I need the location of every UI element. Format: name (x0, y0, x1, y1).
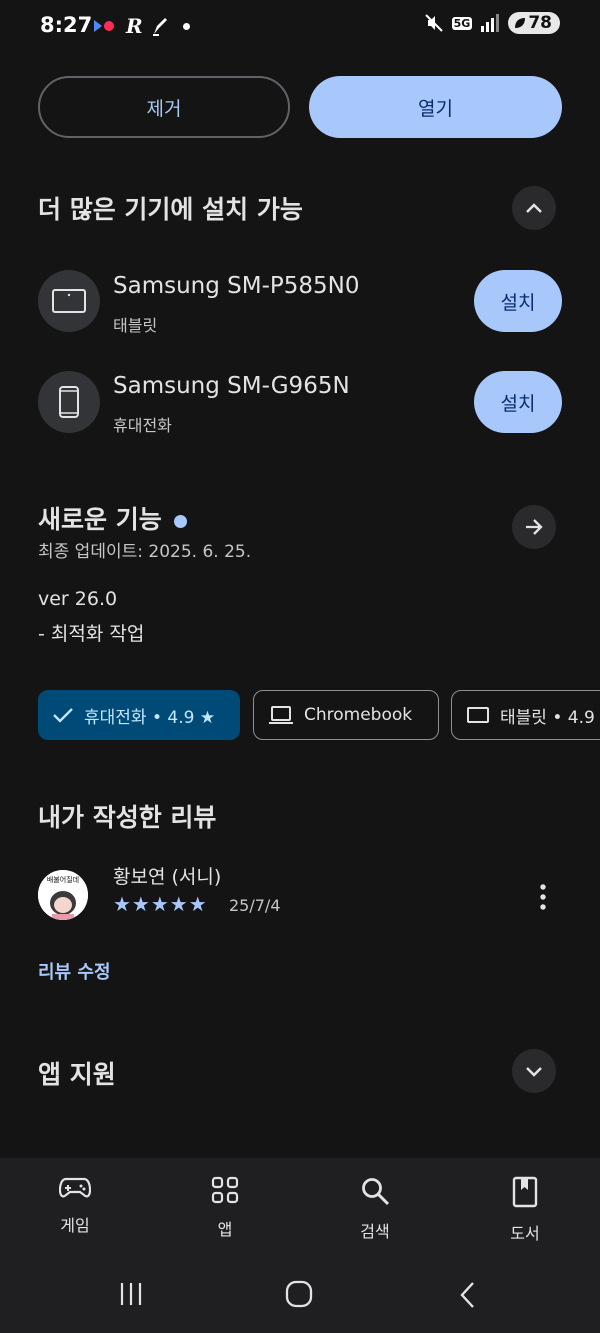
nav-label: 도서 (510, 1224, 540, 1243)
expand-app-support-button[interactable] (512, 1049, 556, 1093)
app-support-title: 앱 지원 (38, 1060, 116, 1089)
nav-books[interactable]: 도서 (475, 1176, 575, 1244)
notification-pen-icon (152, 18, 167, 36)
search-icon (362, 1178, 390, 1206)
remove-button[interactable]: 제거 (38, 76, 290, 138)
device-name: Samsung SM-P585N0 (113, 273, 360, 299)
mute-icon (424, 14, 443, 32)
notification-dot-icon (182, 22, 190, 30)
signal-icon (481, 14, 500, 32)
nav-search[interactable]: 검색 (325, 1176, 425, 1242)
notification-icons: R (94, 14, 190, 38)
status-bar: 8:27 R 5G 78 (0, 0, 600, 52)
devices-section-title: 더 많은 기기에 설치 가능 (38, 195, 303, 224)
more-options-button[interactable] (534, 882, 552, 912)
gamepad-icon (58, 1177, 92, 1198)
whats-new-title: 새로운 기능 (38, 500, 187, 536)
book-icon (512, 1176, 538, 1208)
chevron-up-icon (526, 203, 542, 213)
chip-label: Chromebook (304, 705, 413, 725)
tablet-icon (467, 707, 489, 723)
nav-label: 검색 (360, 1222, 390, 1241)
nav-label: 앱 (217, 1220, 233, 1239)
version-text: ver 26.0 (38, 588, 118, 610)
nav-apps[interactable]: 앱 (175, 1176, 275, 1240)
network-5g-icon: 5G (451, 16, 473, 30)
arrow-right-icon (526, 519, 543, 535)
my-review-title: 내가 작성한 리뷰 (38, 803, 217, 832)
open-button[interactable]: 열기 (309, 76, 562, 138)
notification-app-icon (94, 20, 114, 32)
status-time: 8:27 (40, 13, 93, 37)
system-status-icons: 5G 78 (424, 12, 560, 34)
back-icon[interactable] (458, 1281, 476, 1309)
device-name: Samsung SM-G965N (113, 373, 350, 399)
new-indicator-dot (173, 514, 187, 528)
more-vert-icon (540, 884, 546, 910)
whats-new-arrow-button[interactable] (512, 505, 556, 549)
chip-label: 태블릿 • 4.9 (500, 707, 595, 728)
chip-phone[interactable]: 휴대전화 • 4.9 ★ (38, 690, 240, 740)
check-icon (53, 708, 73, 723)
reviewer-name: 황보연 (서니) (113, 866, 222, 888)
chevron-down-icon (526, 1067, 542, 1077)
home-icon[interactable] (285, 1280, 313, 1308)
laptop-icon (269, 706, 293, 724)
battery-leaf-icon (515, 18, 526, 28)
apps-grid-icon (211, 1176, 239, 1204)
last-updated: 최종 업데이트: 2025. 6. 25. (38, 542, 252, 562)
star-rating: ★★★★★ (113, 892, 208, 916)
bottom-navigation: 게임 앱 검색 도서 (0, 1158, 600, 1333)
install-button[interactable]: 설치 (474, 371, 562, 433)
edit-review-link[interactable]: 리뷰 수정 (38, 958, 111, 984)
tablet-icon (52, 289, 86, 313)
device-icon-circle (38, 371, 100, 433)
phone-icon (59, 386, 79, 418)
notification-r-icon: R (126, 14, 143, 38)
system-navigation-bar (0, 1268, 600, 1328)
chip-label: 휴대전화 • 4.9 ★ (84, 707, 216, 728)
review-date: 25/7/4 (229, 896, 281, 915)
battery-level: 78 (528, 13, 552, 33)
device-type: 휴대전화 (113, 416, 172, 435)
battery-indicator: 78 (508, 12, 560, 34)
recent-apps-icon[interactable] (118, 1281, 144, 1307)
avatar[interactable]: 배불어질데 (38, 870, 88, 920)
device-icon-circle (38, 270, 100, 332)
nav-label: 게임 (60, 1216, 90, 1235)
nav-games[interactable]: 게임 (25, 1176, 125, 1236)
whats-new-title-text: 새로운 기능 (38, 505, 162, 534)
install-button[interactable]: 설치 (474, 270, 562, 332)
device-type: 태블릿 (113, 316, 158, 335)
avatar-illustration: 배불어질데 (38, 870, 88, 920)
chip-tablet[interactable]: 태블릿 • 4.9 (451, 690, 600, 740)
chip-chromebook[interactable]: Chromebook (253, 690, 439, 740)
release-notes: - 최적화 작업 (38, 623, 145, 645)
collapse-devices-button[interactable] (512, 186, 556, 230)
avatar-caption: 배불어질데 (47, 875, 79, 884)
